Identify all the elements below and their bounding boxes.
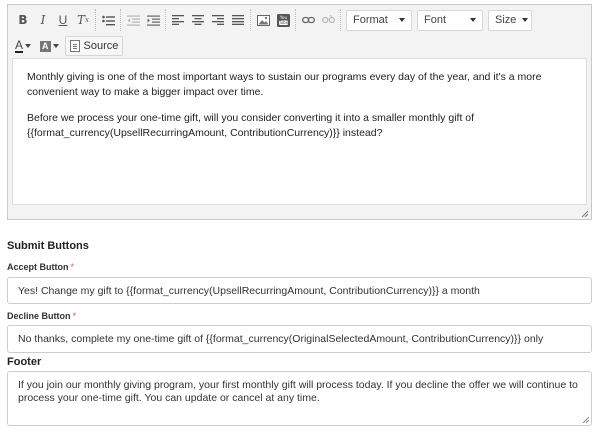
editor-toolbar: B I U Tx You Tube Format Font Size A A S… xyxy=(8,5,591,57)
basic-styles-group: B I U Tx xyxy=(11,9,96,31)
accept-button-label-text: Accept Button xyxy=(7,262,69,272)
editor-paragraph: Before we process your one-time gift, wi… xyxy=(27,111,572,141)
source-button[interactable]: Source xyxy=(64,36,124,56)
chevron-down-icon xyxy=(52,44,59,48)
bold-icon[interactable]: B xyxy=(14,11,32,29)
link-icon[interactable] xyxy=(299,11,317,29)
decline-button-input[interactable]: No thanks, complete my one-time gift of … xyxy=(7,325,592,353)
format-dropdown-label: Format xyxy=(353,14,388,26)
decrease-indent-icon[interactable] xyxy=(124,11,142,29)
unlink-icon[interactable] xyxy=(319,11,337,29)
required-marker: * xyxy=(72,311,77,321)
underline-icon[interactable]: U xyxy=(54,11,72,29)
editor-paragraph: Monthly giving is one of the most import… xyxy=(27,71,542,98)
source-button-label: Source xyxy=(83,40,119,52)
bulleted-list-icon[interactable] xyxy=(99,11,117,29)
image-icon[interactable] xyxy=(254,11,272,29)
italic-icon[interactable]: I xyxy=(34,11,52,29)
text-color-icon: A xyxy=(15,37,24,53)
align-group xyxy=(166,9,251,31)
chevron-down-icon xyxy=(470,18,476,22)
footer-textarea[interactable]: If you join our monthly giving program, … xyxy=(7,371,592,426)
textarea-resize-handle-icon[interactable] xyxy=(581,415,589,423)
align-left-icon[interactable] xyxy=(169,11,187,29)
required-marker: * xyxy=(70,262,75,272)
accept-button-input[interactable]: Yes! Change my gift to {{format_currency… xyxy=(7,277,592,304)
indent-group xyxy=(121,9,166,31)
font-dropdown[interactable]: Font xyxy=(417,9,483,31)
format-dropdown[interactable]: Format xyxy=(346,9,412,31)
youtube-icon[interactable]: You Tube xyxy=(274,11,292,29)
align-center-icon[interactable] xyxy=(189,11,207,29)
insert-group: You Tube xyxy=(251,9,296,31)
link-group xyxy=(296,9,341,31)
toolbar-row-2: A A Source xyxy=(11,34,124,58)
chevron-down-icon xyxy=(25,44,32,48)
footer-heading: Footer xyxy=(7,356,42,368)
accept-button-input-value: Yes! Change my gift to {{format_currency… xyxy=(18,284,480,297)
size-dropdown[interactable]: Size xyxy=(488,9,532,31)
footer-textarea-line: process your one-time gift. You can upda… xyxy=(18,392,320,404)
editor-paragraph-line: {{format_currency(UpsellRecurringAmount,… xyxy=(27,127,383,139)
decline-button-input-value: No thanks, complete my one-time gift of … xyxy=(18,333,544,345)
size-dropdown-label: Size xyxy=(495,14,517,26)
background-color-icon: A xyxy=(40,40,51,52)
font-dropdown-label: Font xyxy=(424,14,447,26)
increase-indent-icon[interactable] xyxy=(144,11,162,29)
list-group xyxy=(96,9,121,31)
editor-content-area[interactable]: Monthly giving is one of the most import… xyxy=(12,58,587,205)
rich-text-editor: B I U Tx You Tube Format Font Size A A S… xyxy=(7,4,592,220)
toolbar-row-1: B I U Tx You Tube Format Font Size xyxy=(11,7,532,33)
footer-textarea-line: If you join our monthly giving program, … xyxy=(18,379,578,391)
text-color-button[interactable]: A xyxy=(15,37,32,53)
accept-button-label: Accept Button * xyxy=(7,262,74,272)
editor-resize-handle-icon[interactable] xyxy=(580,209,588,217)
chevron-down-icon xyxy=(522,18,529,22)
editor-paragraph-line: Before we process your one-time gift, wi… xyxy=(27,112,475,124)
source-document-icon xyxy=(69,40,80,52)
background-color-button[interactable]: A xyxy=(40,40,59,52)
remove-format-icon[interactable]: Tx xyxy=(74,11,92,29)
chevron-down-icon xyxy=(399,18,405,22)
svg-text:Tube: Tube xyxy=(277,20,288,25)
align-right-icon[interactable] xyxy=(209,11,227,29)
submit-buttons-heading: Submit Buttons xyxy=(7,240,89,252)
decline-button-label: Decline Button * xyxy=(7,311,76,321)
decline-button-label-text: Decline Button xyxy=(7,311,71,321)
align-justify-icon[interactable] xyxy=(229,11,247,29)
